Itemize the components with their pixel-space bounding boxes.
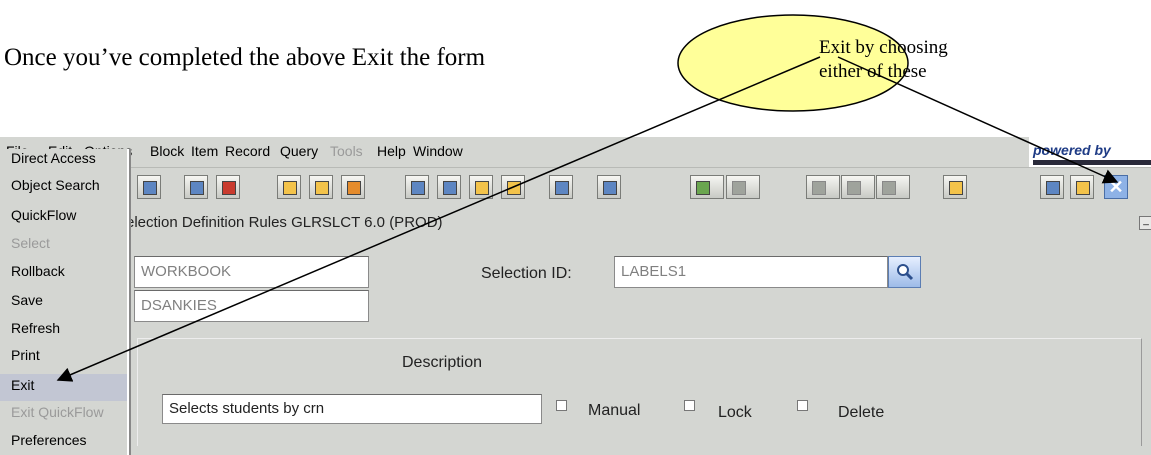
description-field[interactable]: Selects students by crn bbox=[162, 394, 542, 424]
search-icon[interactable] bbox=[888, 256, 921, 288]
lock-label: Lock bbox=[718, 404, 752, 421]
menu-item-quickflow[interactable]: QuickFlow bbox=[11, 207, 76, 223]
data-icon[interactable] bbox=[876, 175, 910, 199]
instruction-text: Once you’ve completed the above Exit the… bbox=[4, 44, 486, 71]
minimize-button[interactable]: _ bbox=[1139, 216, 1151, 230]
application-field[interactable]: WORKBOOK bbox=[134, 256, 369, 288]
menu-item[interactable]: Item bbox=[191, 143, 218, 159]
menu-window[interactable]: Window bbox=[413, 143, 463, 159]
remove-record-icon[interactable] bbox=[437, 175, 461, 199]
enter-query-icon[interactable] bbox=[277, 175, 301, 199]
powered-by-text: powered by bbox=[1033, 142, 1111, 158]
online-help-icon[interactable] bbox=[1040, 175, 1064, 199]
menu-record[interactable]: Record bbox=[225, 143, 270, 159]
first-record-icon[interactable] bbox=[549, 175, 573, 199]
menu-tools: Tools bbox=[330, 143, 363, 159]
selection-id-field[interactable]: LABELS1 bbox=[614, 256, 888, 288]
delete-checkbox[interactable] bbox=[797, 400, 808, 411]
menu-query[interactable]: Query bbox=[280, 143, 318, 159]
menu-help[interactable]: Help bbox=[377, 143, 406, 159]
export-icon[interactable] bbox=[726, 175, 760, 199]
callout-line-2: either of these bbox=[819, 61, 927, 82]
toolbar: ✕ bbox=[0, 168, 1151, 206]
selection-id-label: Selection ID: bbox=[481, 265, 572, 282]
duplicate-record-icon[interactable] bbox=[469, 175, 493, 199]
menu-bar: File Edit Options Block Item Record Quer… bbox=[0, 137, 1151, 168]
creator-field[interactable]: DSANKIES bbox=[134, 290, 369, 322]
callout-text: Exit by choosing either of these bbox=[819, 36, 948, 84]
menu-item-exit-quickflow: Exit QuickFlow bbox=[11, 404, 104, 420]
lock-checkbox[interactable] bbox=[684, 400, 695, 411]
description-group bbox=[137, 338, 1142, 446]
form-title: election Definition Rules GLRSLCT 6.0 (P… bbox=[126, 214, 443, 231]
extract-icon[interactable] bbox=[841, 175, 875, 199]
exit-x-icon[interactable]: ✕ bbox=[1104, 175, 1128, 199]
print-icon[interactable] bbox=[597, 175, 621, 199]
menu-item-select: Select bbox=[11, 235, 50, 251]
menu-item-save[interactable]: Save bbox=[11, 292, 43, 308]
menu-block[interactable]: Block bbox=[150, 143, 184, 159]
menu-item-rollback[interactable]: Rollback bbox=[11, 263, 65, 279]
description-label: Description bbox=[402, 354, 483, 371]
next-record-icon[interactable] bbox=[184, 175, 208, 199]
bookmark-icon[interactable] bbox=[943, 175, 967, 199]
help-question-icon[interactable] bbox=[1070, 175, 1094, 199]
duplicate-item-icon[interactable] bbox=[501, 175, 525, 199]
insert-record-icon[interactable] bbox=[405, 175, 429, 199]
menu-item-exit[interactable]: Exit bbox=[11, 377, 34, 393]
menu-item-direct-access[interactable]: Direct Access bbox=[11, 150, 96, 166]
execute-query-icon[interactable] bbox=[309, 175, 333, 199]
menu-item-object-search[interactable]: Object Search bbox=[11, 177, 100, 193]
manual-checkbox[interactable] bbox=[556, 400, 567, 411]
cancel-query-icon[interactable] bbox=[341, 175, 365, 199]
callout-line-1: Exit by choosing bbox=[819, 37, 948, 58]
menu-item-preferences[interactable]: Preferences bbox=[11, 432, 86, 448]
options-icon[interactable] bbox=[806, 175, 840, 199]
chart-icon[interactable] bbox=[690, 175, 724, 199]
delete-label: Delete bbox=[838, 404, 885, 421]
menu-item-print[interactable]: Print bbox=[11, 347, 40, 363]
logo-bar bbox=[1033, 160, 1151, 165]
powered-by-logo: powered by bbox=[1029, 137, 1151, 167]
clear-record-icon[interactable] bbox=[216, 175, 240, 199]
previous-block-icon[interactable] bbox=[137, 175, 161, 199]
manual-label: Manual bbox=[588, 402, 641, 419]
menu-item-refresh[interactable]: Refresh bbox=[11, 320, 60, 336]
